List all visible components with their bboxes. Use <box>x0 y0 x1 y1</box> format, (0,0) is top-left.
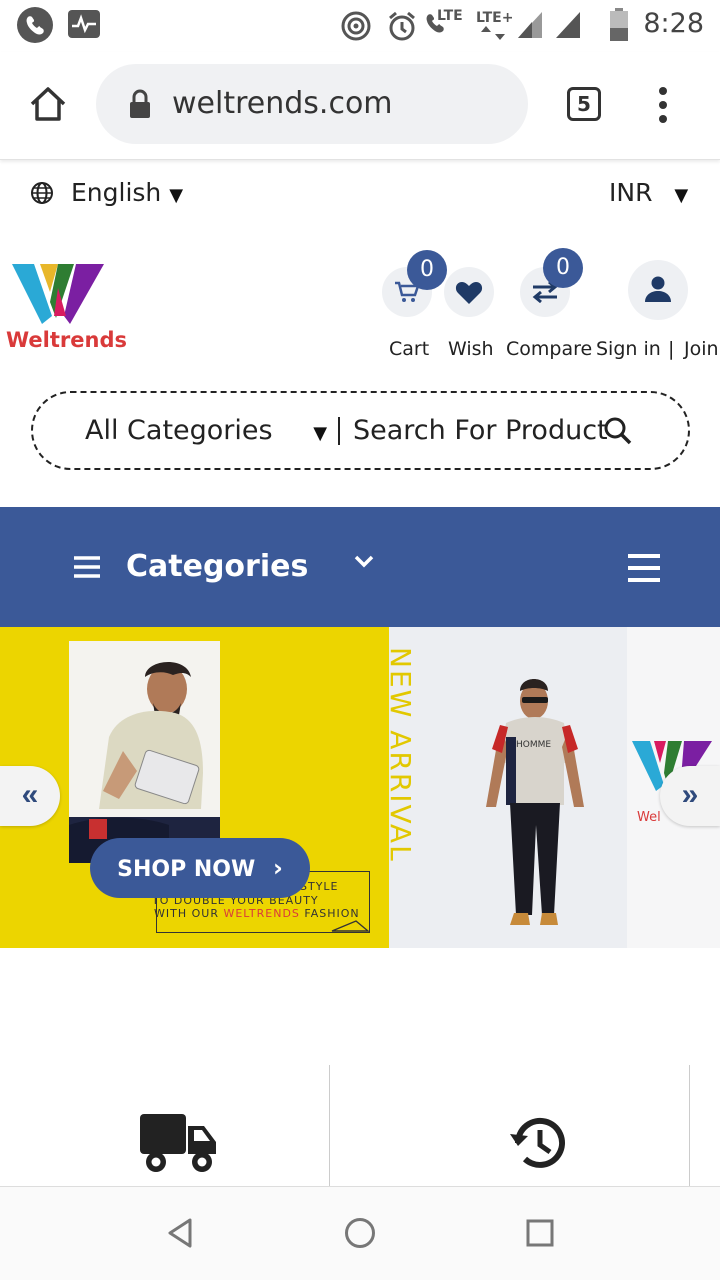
model-sitting-image <box>69 641 220 863</box>
globe-icon <box>31 182 53 204</box>
shirt-text: HOMME <box>516 740 551 750</box>
feature-divider <box>329 1065 330 1187</box>
compare-label: Compare <box>506 338 593 360</box>
search-divider <box>338 417 340 445</box>
language-label: English <box>71 178 162 207</box>
hamburger-menu-icon[interactable] <box>628 553 660 583</box>
brand-name: Weltrends <box>6 328 127 352</box>
search-bar: All Categories ▼ Search For Product <box>31 391 690 470</box>
history-icon <box>510 1117 565 1168</box>
double-chevron-right-icon: » <box>681 778 699 811</box>
shop-now-label: SHOP NOW <box>117 857 256 882</box>
double-chevron-left-icon: « <box>21 778 39 811</box>
browser-toolbar: weltrends.com 5 <box>0 52 720 160</box>
caret-down-icon: ▼ <box>313 423 328 444</box>
android-nav-bar <box>0 1186 720 1280</box>
cart-count-badge: 0 <box>407 250 447 290</box>
more-options-icon[interactable] <box>656 86 670 126</box>
chevron-down-icon[interactable] <box>354 555 374 569</box>
heart-icon <box>455 282 483 304</box>
lte-plus-label: LTE+ <box>476 10 514 26</box>
signal-icon <box>518 12 542 38</box>
menu-icon[interactable] <box>74 555 100 579</box>
back-icon[interactable] <box>166 1217 194 1249</box>
shop-now-button[interactable]: SHOP NOW › <box>90 838 310 898</box>
lock-icon <box>130 89 150 118</box>
recents-icon[interactable] <box>526 1219 554 1247</box>
user-icon <box>645 276 671 302</box>
cart-label: Cart <box>389 338 430 360</box>
hero-banner[interactable]: STYLE TO DOUBLE YOUR BEAUTY WITH OUR WEL… <box>0 627 720 948</box>
tagline-brand: WELTRENDS <box>223 907 300 920</box>
category-dropdown[interactable]: All Categories ▼ <box>85 415 327 446</box>
categories-nav: Categories <box>0 507 720 627</box>
new-arrival-text: NEW ARRIVAL <box>384 647 417 863</box>
alarm-icon <box>389 11 415 41</box>
logo-mark-icon <box>12 264 104 324</box>
new-arrival-strip: NEW ARRIVAL <box>382 647 422 917</box>
auth-separator: | <box>668 338 675 360</box>
model-standing-image: HOMME <box>486 679 584 925</box>
account-button[interactable] <box>628 260 688 320</box>
category-label: All Categories <box>85 415 273 446</box>
tagline-prefix: WITH OUR <box>154 907 224 920</box>
feature-divider-2 <box>689 1065 690 1187</box>
home-circle-icon[interactable] <box>344 1217 376 1249</box>
url-bar[interactable]: weltrends.com <box>96 64 528 144</box>
site-logo[interactable]: Weltrends <box>6 262 127 354</box>
cart-button[interactable]: 0 Cart <box>380 250 447 362</box>
chevron-right-icon: › <box>272 854 283 882</box>
wishlist-button[interactable]: Wish <box>442 250 502 362</box>
url-text: weltrends.com <box>172 86 393 121</box>
currency-label: INR <box>609 178 653 207</box>
compare-count-badge: 0 <box>543 248 583 288</box>
tagline-line3: WITH OUR WELTRENDS FASHION <box>154 907 360 920</box>
carousel-prev-button[interactable]: « <box>0 766 60 826</box>
activity-icon <box>68 10 100 38</box>
wish-label: Wish <box>448 338 494 360</box>
tab-switcher-button[interactable]: 5 <box>567 87 601 121</box>
currency-selector[interactable]: INR ▼ <box>609 178 688 207</box>
banner-logo-text: Wel <box>637 810 661 825</box>
banner-photo-left <box>69 641 220 863</box>
caret-down-icon: ▼ <box>674 185 689 206</box>
join-link[interactable]: Join <box>684 338 719 360</box>
delivery-truck-icon <box>140 1114 216 1172</box>
status-time: 8:28 <box>643 8 704 39</box>
sign-in-link[interactable]: Sign in <box>596 338 661 360</box>
categories-toggle[interactable]: Categories <box>126 549 308 584</box>
language-selector[interactable]: English ▼ <box>71 178 183 207</box>
carousel-next-button[interactable]: » <box>660 766 720 826</box>
hotspot-icon <box>341 11 371 41</box>
battery-icon <box>610 8 628 41</box>
search-input[interactable]: Search For Product <box>353 415 608 446</box>
home-icon[interactable] <box>28 84 68 124</box>
wish-circle <box>444 267 494 317</box>
caret-down-icon: ▼ <box>169 185 184 206</box>
data-arrows-icon <box>481 26 505 40</box>
search-icon[interactable] <box>603 416 633 446</box>
status-bar: LTE LTE+ 8:28 <box>0 0 720 52</box>
phone-call-icon <box>17 7 53 43</box>
decor-triangle-icon <box>331 920 370 932</box>
compare-button[interactable]: 0 Compare <box>506 248 594 362</box>
lte-label: LTE <box>437 8 463 24</box>
signal-icon-2 <box>556 12 580 38</box>
